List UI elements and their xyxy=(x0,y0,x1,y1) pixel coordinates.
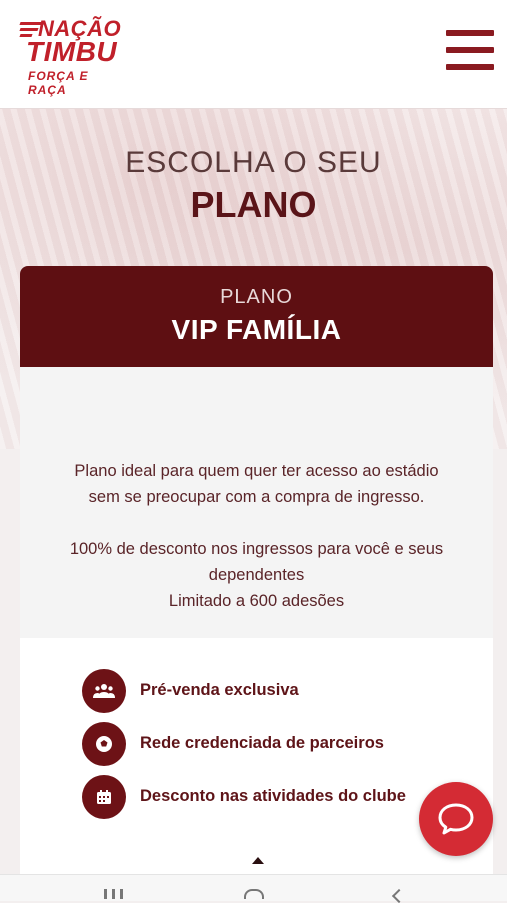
plan-discount-line1: 100% de desconto nos ingressos para você… xyxy=(69,540,444,558)
hamburger-icon[interactable] xyxy=(446,28,494,72)
system-nav-bar xyxy=(0,874,507,903)
group-icon xyxy=(82,669,126,713)
choose-plan-heading: ESCOLHA O SEU xyxy=(125,146,382,179)
plan-card-header: PLANO VIP FAMÍLIA xyxy=(20,266,493,367)
plan-description-line2: sem se preocupar com a compra de ingress… xyxy=(88,488,425,506)
plan-discount-line2: dependentes xyxy=(208,566,305,584)
nacao-timbu-logo[interactable]: NAÇÃO TIMBU FORÇA E RAÇA xyxy=(19,14,121,97)
benefit-item: Rede credenciada de parceiros xyxy=(82,722,493,766)
home-icon[interactable] xyxy=(244,889,264,899)
benefit-item: Pré-venda exclusiva xyxy=(82,669,493,713)
calendar-icon xyxy=(82,775,126,819)
plan-description-line1: Plano ideal para quem quer ter acesso ao… xyxy=(74,462,439,480)
site-header: NAÇÃO TIMBU FORÇA E RAÇA xyxy=(0,0,507,109)
benefit-label: Desconto nas atividades do clube xyxy=(140,787,406,805)
plan-limit: Limitado a 600 adesões xyxy=(168,592,345,610)
logo-line2: TIMBU xyxy=(26,36,118,67)
chat-bubble-icon[interactable] xyxy=(419,782,493,856)
plan-kicker: PLANO xyxy=(220,286,293,308)
plan-name: VIP FAMÍLIA xyxy=(171,314,342,345)
logo-tagline: FORÇA E RAÇA xyxy=(28,69,89,97)
choose-plan-strong: PLANO xyxy=(190,184,317,225)
recent-apps-icon[interactable] xyxy=(104,889,124,899)
benefit-label: Rede credenciada de parceiros xyxy=(140,734,384,752)
caret-up-icon[interactable] xyxy=(252,857,264,864)
benefit-label: Pré-venda exclusiva xyxy=(140,681,299,699)
soccer-ball-icon xyxy=(82,722,126,766)
plan-card: PLANO VIP FAMÍLIA Plano ideal para quem … xyxy=(20,266,493,886)
plan-benefits: Pré-venda exclusiva Rede credenciada de … xyxy=(20,638,493,886)
back-icon[interactable] xyxy=(391,888,407,903)
